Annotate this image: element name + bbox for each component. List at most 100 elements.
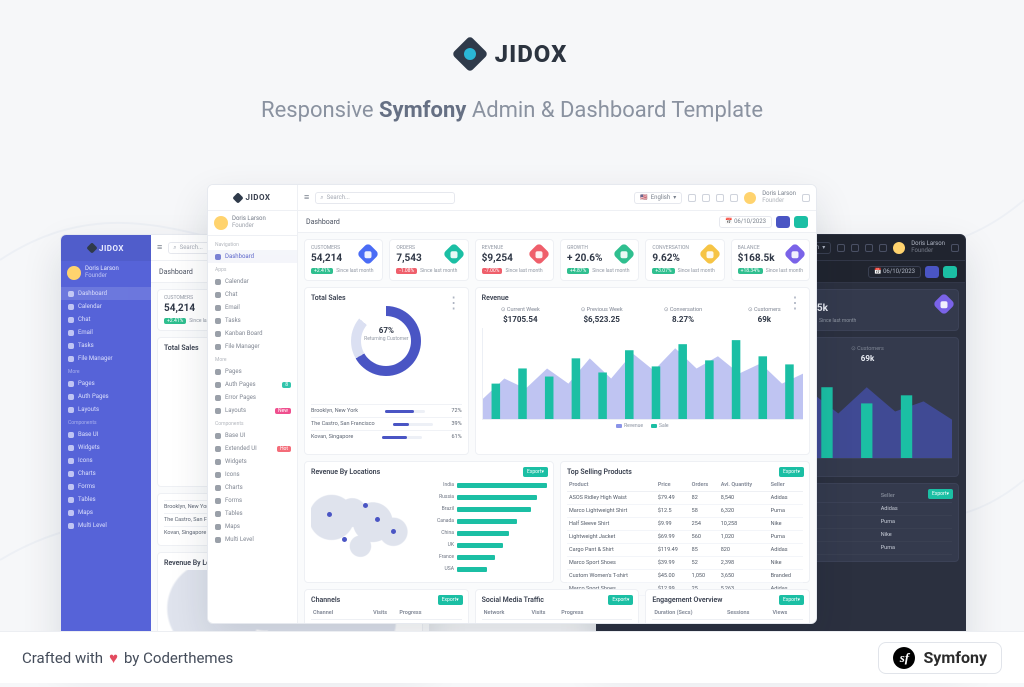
refresh-alt-button[interactable] — [794, 216, 808, 228]
topbar: ≡ ⌕ Search... 🇺🇸English▾ Doris LarsonFou… — [298, 185, 816, 211]
sidebar-item-widgets[interactable]: Widgets — [208, 455, 297, 468]
sidebar-item-multilevel[interactable]: Multi Level — [61, 519, 151, 532]
refresh-button[interactable] — [776, 216, 790, 228]
tagline-pre: Responsive — [261, 98, 379, 123]
date-picker[interactable]: 📅 06/10/2023 — [868, 266, 921, 278]
sidebar[interactable]: JIDOX Doris Larson Founder Dashboard Cal… — [61, 235, 151, 653]
sidebar-item-email[interactable]: Email — [61, 326, 151, 339]
bell-icon[interactable] — [879, 244, 887, 252]
location-bars: India Russia Brazil Canada China UK Fran… — [420, 479, 547, 575]
sidebar-item-multilevel[interactable]: Multi Level — [208, 533, 297, 546]
sidebar-section: Apps — [208, 263, 297, 275]
kpi-revenue: REVENUE$9,254 -7.00%Since last month — [475, 239, 554, 281]
sidebar-item-charts[interactable]: Charts — [208, 481, 297, 494]
sidebar-item-forms[interactable]: Forms — [61, 480, 151, 493]
sidebar-section: More — [208, 353, 297, 365]
sidebar-item-extui[interactable]: Extended UIHot — [208, 442, 297, 455]
sidebar-item-maps[interactable]: Maps — [208, 520, 297, 533]
sidebar-item-chat[interactable]: Chat — [61, 313, 151, 326]
sidebar-item-tables[interactable]: Tables — [61, 493, 151, 506]
sidebar-item-dashboard[interactable]: Dashboard — [208, 250, 297, 263]
sidebar-item-tasks[interactable]: Tasks — [61, 339, 151, 352]
symfony-label: Symfony — [923, 648, 987, 667]
sidebar-item-filemgr[interactable]: File Manager — [61, 352, 151, 365]
sidebar-item-layouts[interactable]: LayoutsNew — [208, 404, 297, 417]
grid-icon[interactable] — [688, 194, 696, 202]
sidebar-section: Navigation — [208, 238, 297, 250]
symfony-icon: sf — [893, 647, 915, 669]
moon-icon[interactable] — [702, 194, 710, 202]
sidebar-item-filemgr[interactable]: File Manager — [208, 340, 297, 353]
fullscreen-icon[interactable] — [716, 194, 724, 202]
breadcrumb: Dashboard — [306, 218, 340, 226]
moon-icon[interactable] — [851, 244, 859, 252]
panel-revenue-locations: Export ▾ Revenue By Locations India Russ… — [304, 461, 554, 583]
sidebar-item-forms[interactable]: Forms — [208, 494, 297, 507]
brand-logo-row: JIDOX — [0, 40, 1024, 68]
world-map[interactable] — [311, 479, 414, 575]
sidebar-item-tables[interactable]: Tables — [208, 507, 297, 520]
menu-icon[interactable]: ≡ — [157, 242, 162, 253]
sidebar-item-icons[interactable]: Icons — [61, 454, 151, 467]
heart-icon: ♥ — [109, 649, 118, 667]
sidebar-item-baseui[interactable]: Base UI — [208, 429, 297, 442]
sidebar-item-layouts[interactable]: Layouts — [61, 403, 151, 416]
kpi-conversation: CONVERSATION9.62% +3.07%Since last month — [645, 239, 724, 281]
date-picker[interactable]: 📅 06/10/2023 — [719, 216, 772, 228]
fullscreen-icon[interactable] — [865, 244, 873, 252]
crafted-by: Crafted with ♥ by Coderthemes — [22, 649, 233, 667]
grid-icon[interactable] — [837, 244, 845, 252]
brand-logo-icon — [451, 36, 488, 73]
brand-name: JIDOX — [495, 40, 568, 68]
sidebar-item-tasks[interactable]: Tasks — [208, 314, 297, 327]
search-input[interactable]: ⌕ Search... — [315, 192, 455, 204]
bell-icon[interactable] — [730, 194, 738, 202]
sidebar-section: Components — [208, 417, 297, 429]
sidebar-item-auth[interactable]: Auth Pages — [61, 390, 151, 403]
sidebar-user[interactable]: Doris Larson Founder — [61, 261, 151, 285]
sidebar-item-auth[interactable]: Auth Pages8 — [208, 378, 297, 391]
sidebar-item-maps[interactable]: Maps — [61, 506, 151, 519]
kpi-orders: ORDERS7,543 -1.08%Since last month — [389, 239, 468, 281]
avatar[interactable] — [893, 242, 905, 254]
export-button[interactable]: Export ▾ — [928, 489, 953, 499]
export-button[interactable]: Export ▾ — [608, 595, 633, 605]
preview-light-main: JIDOX Doris Larson Founder Navigation Da… — [207, 184, 817, 624]
export-button[interactable]: Export ▾ — [523, 467, 548, 477]
sidebar-item-pages[interactable]: Pages — [61, 377, 151, 390]
sidebar-item-kanban[interactable]: Kanban Board — [208, 327, 297, 340]
symfony-badge: sf Symfony — [878, 642, 1002, 674]
sidebar-item-charts[interactable]: Charts — [61, 467, 151, 480]
lang-picker[interactable]: 🇺🇸English▾ — [634, 192, 682, 204]
sidebar-item-dashboard[interactable]: Dashboard — [61, 287, 151, 300]
panel-total-sales: Total Sales ⋮ 67% Returning Customer Bro… — [304, 287, 469, 455]
more-icon[interactable]: ⋮ — [446, 293, 462, 312]
product-table: ProductPrice OrdersAvl. Quantity Seller … — [567, 479, 803, 596]
panel-social: Export ▾ Social Media Traffic NetworkVis… — [475, 589, 640, 624]
sidebar-item-email[interactable]: Email — [208, 301, 297, 314]
gear-icon[interactable] — [951, 244, 959, 252]
sidebar-user[interactable]: Doris Larson Founder — [208, 211, 297, 236]
kpi-balance: BALANCE$168.5k +18.34%Since last month — [731, 239, 810, 281]
sidebar[interactable]: JIDOX Doris Larson Founder Navigation Da… — [208, 185, 298, 623]
more-icon[interactable]: ⋮ — [787, 293, 803, 312]
export-button[interactable]: Export ▾ — [779, 595, 804, 605]
export-button[interactable]: Export ▾ — [779, 467, 804, 477]
sidebar-item-baseui[interactable]: Base UI — [61, 428, 151, 441]
panel-products: Export ▾ Top Selling Products ProductPri… — [560, 461, 810, 583]
sidebar-item-error[interactable]: Error Pages — [208, 391, 297, 404]
refresh-alt-button[interactable] — [943, 266, 957, 278]
gear-icon[interactable] — [802, 194, 810, 202]
sidebar-item-widgets[interactable]: Widgets — [61, 441, 151, 454]
sidebar-item-pages[interactable]: Pages — [208, 365, 297, 378]
refresh-button[interactable] — [925, 266, 939, 278]
avatar[interactable] — [744, 192, 756, 204]
sidebar-item-chat[interactable]: Chat — [208, 288, 297, 301]
export-button[interactable]: Export ▾ — [438, 595, 463, 605]
sidebar-item-calendar[interactable]: Calendar — [61, 300, 151, 313]
panel-channels: Export ▾ Channels ChannelVisitsProgress … — [304, 589, 469, 624]
menu-icon[interactable]: ≡ — [304, 192, 309, 203]
sidebar-item-icons[interactable]: Icons — [208, 468, 297, 481]
sidebar-brand: JIDOX — [208, 185, 297, 211]
sidebar-item-calendar[interactable]: Calendar — [208, 275, 297, 288]
